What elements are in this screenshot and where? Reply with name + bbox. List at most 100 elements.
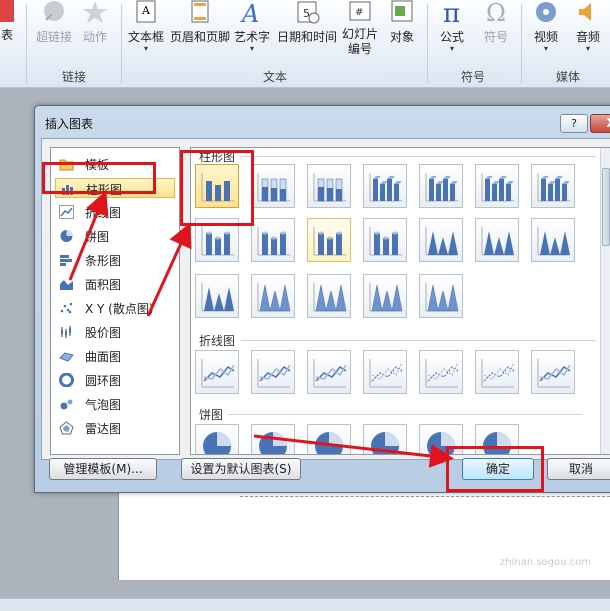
chart-icon-stacked-column — [257, 173, 290, 202]
chart-icon-line-markers — [369, 359, 403, 388]
wordart-button[interactable]: A 艺术字 ▾ — [234, 0, 270, 64]
chart-tile-clustered-column[interactable] — [195, 164, 239, 208]
chart-tile-100-stacked-line-markers[interactable] — [475, 350, 519, 394]
pie-chart-icon — [60, 230, 73, 242]
group-label-media: 媒体 — [556, 70, 581, 84]
chart-tile-stacked-line[interactable] — [251, 350, 295, 394]
section-heading-pie: 饼图 — [199, 408, 224, 422]
chart-icon-100-stacked-line-markers — [481, 359, 515, 388]
svg-text:#: # — [355, 7, 363, 18]
section-divider — [227, 414, 582, 415]
symbol-button[interactable]: Ω 符号 — [478, 0, 514, 64]
cancel-button[interactable]: 取消 — [547, 458, 610, 480]
video-button[interactable]: 视频 ▾ — [528, 0, 564, 64]
scrollbar-thumb[interactable] — [602, 168, 610, 246]
table-button[interactable]: 表 — [0, 0, 18, 64]
chart-tile-stacked-pyramid[interactable] — [307, 274, 351, 318]
stock-chart-icon — [61, 326, 71, 338]
chart-tile-stacked-cylinder[interactable] — [251, 218, 295, 262]
category-item-area[interactable]: 面积图 — [55, 274, 175, 294]
chart-tile-stacked-cone[interactable] — [475, 218, 519, 262]
manage-templates-button[interactable]: 管理模板(M)... — [49, 458, 157, 480]
area-chart-icon — [60, 280, 73, 290]
header-footer-button[interactable]: 页眉和页脚 — [170, 0, 230, 64]
audio-button[interactable]: 音频 ▾ — [570, 0, 606, 64]
chart-icon-clustered-column — [201, 173, 234, 202]
chart-tile-clustered-cylinder[interactable] — [195, 218, 239, 262]
omega-icon: Ω — [486, 0, 506, 24]
chart-tile-pie-1[interactable] — [195, 424, 239, 454]
category-item-bar[interactable]: 条形图 — [55, 250, 175, 270]
chart-icon-line — [201, 359, 235, 388]
chart-tile-3d-cone[interactable] — [195, 274, 239, 318]
slide-number-button[interactable]: # 幻灯片 编号 — [340, 0, 380, 64]
dropdown-arrow-icon: ▾ — [585, 44, 590, 53]
gallery-scrollbar[interactable] — [600, 148, 610, 454]
category-item-doughnut[interactable]: 圆环图 — [55, 370, 175, 390]
date-time-button[interactable]: 5 日期和时间 — [276, 0, 338, 64]
header-footer-icon — [191, 0, 209, 23]
object-button[interactable]: 对象 — [386, 0, 418, 64]
chart-tile-pie-4[interactable] — [363, 424, 407, 454]
chart-tile-100-stacked-pyramid[interactable] — [363, 274, 407, 318]
set-default-chart-button[interactable]: 设置为默认图表(S) — [181, 458, 301, 480]
chart-tile-100-stacked-column[interactable] — [307, 164, 351, 208]
dialog-body: 模板 柱形图 折线图 饼图 条形图 面积图 X Y (散点图) 股价图 曲面图 … — [41, 138, 610, 460]
chart-icon-3d-cylinder — [369, 227, 402, 256]
svg-text:π: π — [443, 0, 460, 24]
hyperlink-button[interactable]: 超链接 — [34, 0, 74, 64]
chart-tile-pie-5[interactable] — [419, 424, 463, 454]
chart-tile-100-stacked-cone[interactable] — [531, 218, 575, 262]
chart-icon-3d-stacked-column — [425, 173, 458, 202]
chart-tile-stacked-line-markers[interactable] — [419, 350, 463, 394]
category-item-bubble[interactable]: 气泡图 — [55, 394, 175, 414]
chart-tile-3d-column[interactable] — [531, 164, 575, 208]
category-item-pie[interactable]: 饼图 — [55, 226, 175, 246]
chart-tile-pie-2[interactable] — [251, 424, 295, 454]
chart-icon-pie-1 — [203, 432, 231, 454]
chart-tile-100-stacked-line[interactable] — [307, 350, 351, 394]
ok-button[interactable]: 确定 — [462, 458, 534, 480]
category-item-surface[interactable]: 曲面图 — [55, 346, 175, 366]
chart-icon-100-stacked-column — [313, 173, 346, 202]
chart-tile-3d-clustered-column[interactable] — [363, 164, 407, 208]
category-item-scatter[interactable]: X Y (散点图) — [55, 298, 175, 318]
chart-tile-line[interactable] — [195, 350, 239, 394]
category-item-column[interactable]: 柱形图 — [55, 178, 175, 198]
insert-chart-dialog: 插入图表 ? X 模板 柱形图 折线图 饼图 条形图 — [34, 105, 610, 493]
chart-tile-100-stacked-cylinder[interactable] — [307, 218, 351, 262]
chart-category-list: 模板 柱形图 折线图 饼图 条形图 面积图 X Y (散点图) 股价图 曲面图 … — [50, 147, 180, 455]
category-item-line[interactable]: 折线图 — [55, 202, 175, 222]
chart-tile-3d-pyramid[interactable] — [419, 274, 463, 318]
chart-tile-pie-3[interactable] — [307, 424, 351, 454]
scatter-chart-icon — [60, 302, 73, 314]
chart-tile-clustered-cone[interactable] — [419, 218, 463, 262]
action-button[interactable]: 动作 — [80, 0, 110, 64]
chart-tile-clustered-pyramid[interactable] — [251, 274, 295, 318]
close-button[interactable]: X — [590, 114, 610, 133]
bubble-chart-icon — [60, 399, 73, 410]
section-heading-column: 柱形图 — [199, 150, 236, 164]
textbox-button[interactable]: A 文本框 ▾ — [126, 0, 166, 64]
chart-icon-pie-4 — [371, 432, 399, 454]
help-button[interactable]: ? — [560, 114, 588, 133]
category-item-template[interactable]: 模板 — [55, 154, 175, 174]
slide-number-label: 幻灯片 — [341, 27, 378, 41]
chart-icon-3d-clustered-column — [369, 173, 402, 202]
category-item-stock[interactable]: 股价图 — [55, 322, 175, 342]
chart-tile-3d-line[interactable] — [531, 350, 575, 394]
chart-tile-stacked-column[interactable] — [251, 164, 295, 208]
chart-tile-3d-100-stacked-column[interactable] — [475, 164, 519, 208]
dropdown-arrow-icon: ▾ — [143, 44, 148, 53]
chart-tile-line-markers[interactable] — [363, 350, 407, 394]
equation-button[interactable]: π 公式 ▾ — [434, 0, 470, 64]
calendar-icon: 5 — [297, 1, 320, 24]
chart-tile-pie-6[interactable] — [475, 424, 519, 454]
watermark: zhinan.sogou.com — [500, 557, 592, 568]
chart-icon-stacked-cylinder — [257, 227, 290, 256]
category-item-radar[interactable]: 雷达图 — [55, 418, 175, 438]
chart-tile-3d-stacked-column[interactable] — [419, 164, 463, 208]
dialog-title: 插入图表 — [45, 117, 94, 131]
chart-tile-3d-cylinder[interactable] — [363, 218, 407, 262]
bar-chart-icon — [60, 255, 72, 266]
